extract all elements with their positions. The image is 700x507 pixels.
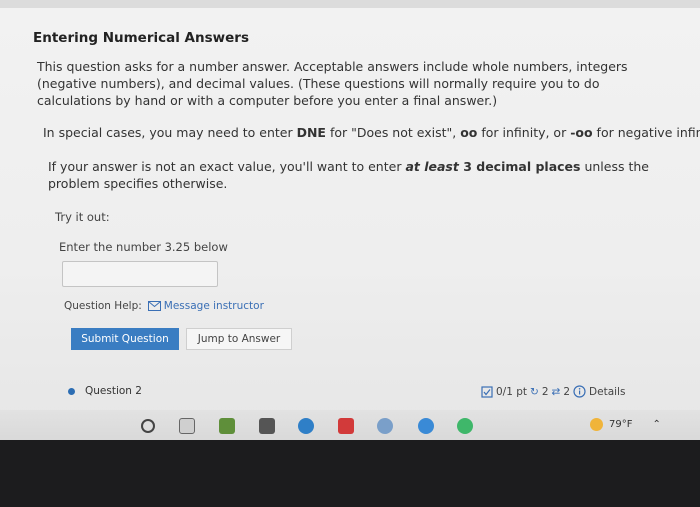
chrome-icon[interactable]: [418, 418, 434, 434]
sun-icon: [590, 418, 603, 431]
special-text-d: for negative infinity.: [596, 125, 700, 140]
special-cases-paragraph: In special cases, you may need to enter …: [43, 124, 700, 141]
details-link[interactable]: Details: [589, 386, 625, 398]
jump-to-answer-button[interactable]: Jump to Answer: [186, 328, 292, 350]
score-bar: 0/1 pt ↻ 2 ⇄ 2 Details: [481, 385, 625, 398]
office-icon[interactable]: [338, 418, 354, 434]
least-word: least: [424, 159, 459, 174]
edge-icon[interactable]: [298, 418, 314, 434]
retry-icon: ↻: [530, 385, 539, 398]
attempts-icon: ⇄: [551, 385, 561, 398]
bullet-dot-icon: [68, 387, 75, 395]
question-help: Question Help: Message instructor: [64, 300, 264, 312]
message-instructor-link[interactable]: Message instructor: [147, 300, 264, 312]
question-content: Entering Numerical Answers This question…: [0, 0, 700, 420]
message-instructor-text: Message instructor: [163, 300, 264, 312]
weather-widget[interactable]: 79°F ⌃: [590, 418, 661, 431]
app-icon-2[interactable]: [377, 418, 393, 434]
question-help-label: Question Help:: [64, 300, 142, 312]
intro-paragraph: This question asks for a number answer. …: [37, 59, 628, 108]
question-2-item[interactable]: Question 2: [68, 385, 142, 397]
dne-keyword: DNE: [296, 125, 326, 140]
neg-infinity-keyword: -oo: [570, 125, 593, 140]
decimal-text-a: If your answer is not an exact value, yo…: [48, 159, 406, 174]
chevron-up-icon[interactable]: ⌃: [652, 419, 660, 430]
special-text-a: In special cases, you may need to enter: [43, 125, 297, 140]
spotify-icon[interactable]: [457, 418, 473, 434]
enter-prompt: Enter the number 3.25 below: [59, 240, 228, 254]
page-title: Entering Numerical Answers: [33, 30, 249, 46]
envelope-icon: [147, 301, 161, 311]
attempts-count: 2: [563, 385, 571, 398]
try-it-label: Try it out:: [55, 210, 110, 224]
infinity-keyword: oo: [460, 125, 478, 140]
temperature: 79°F: [609, 419, 633, 430]
decimal-places-emphasis: 3 decimal places: [463, 159, 581, 174]
special-text-b: for "Does not exist",: [325, 125, 461, 140]
retries-count: 2: [541, 385, 549, 398]
screen: Entering Numerical Answers This question…: [0, 0, 700, 440]
at-word: at: [405, 159, 420, 174]
special-text-c: for infinity, or: [477, 125, 571, 140]
submit-question-button[interactable]: Submit Question: [71, 328, 179, 350]
score-text: 0/1 pt: [496, 385, 528, 398]
app-icon-1[interactable]: [219, 418, 235, 434]
decimal-paragraph: If your answer is not an exact value, yo…: [48, 158, 678, 192]
store-icon[interactable]: [259, 418, 275, 434]
task-view-icon[interactable]: [179, 418, 195, 434]
answer-input[interactable]: [62, 261, 218, 287]
question-2-label: Question 2: [85, 385, 142, 397]
info-icon[interactable]: [573, 385, 586, 398]
search-circle-icon[interactable]: [141, 419, 155, 433]
checkbox-score-icon: [481, 385, 493, 398]
